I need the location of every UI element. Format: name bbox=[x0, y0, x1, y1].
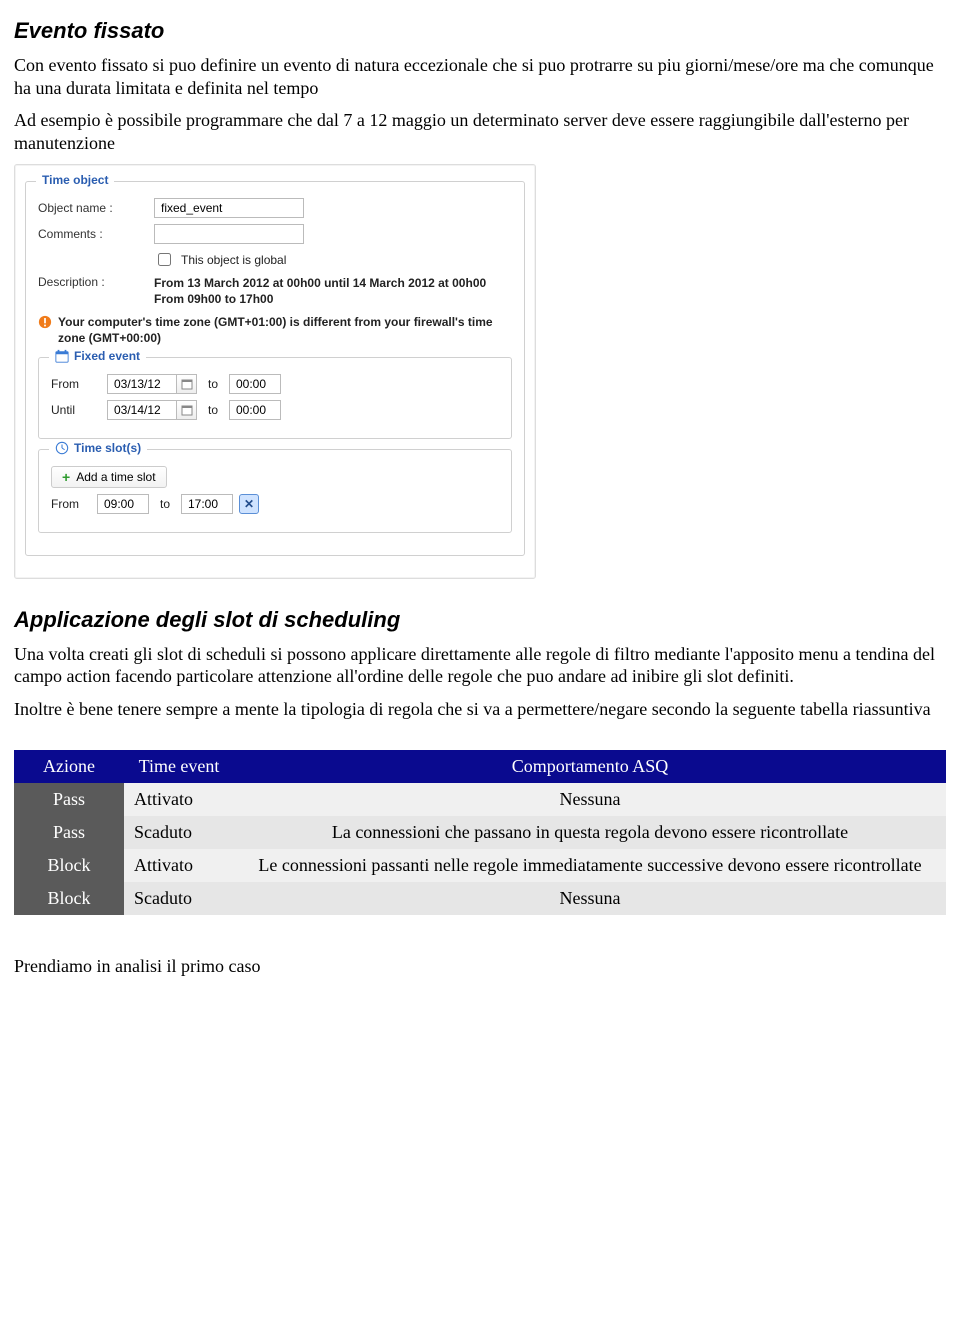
table-cell: Attivato bbox=[124, 849, 234, 882]
time-slots-fieldset: Time slot(s) + Add a time slot From to ✕ bbox=[38, 449, 512, 533]
legend-text: Time object bbox=[42, 173, 108, 187]
summary-table: Azione Time event Comportamento ASQ Pass… bbox=[14, 750, 946, 915]
to-label: to bbox=[203, 377, 223, 391]
table-cell: Scaduto bbox=[124, 882, 234, 915]
time-object-fieldset: Time object Object name : Comments : Thi… bbox=[25, 181, 525, 556]
table-cell: Pass bbox=[14, 816, 124, 849]
section-title-applicazione: Applicazione degli slot di scheduling bbox=[14, 607, 946, 633]
paragraph: Prendiamo in analisi il primo caso bbox=[14, 955, 946, 978]
comments-label: Comments : bbox=[38, 227, 148, 241]
fieldset-legend: Time slot(s) bbox=[49, 441, 147, 455]
table-header: Time event bbox=[124, 750, 234, 783]
table-cell: Scaduto bbox=[124, 816, 234, 849]
object-name-label: Object name : bbox=[38, 201, 148, 215]
description-line: From 09h00 to 17h00 bbox=[154, 291, 486, 307]
table-row: Pass Attivato Nessuna bbox=[14, 783, 946, 816]
table-cell: Block bbox=[14, 849, 124, 882]
close-icon: ✕ bbox=[244, 497, 254, 511]
table-row: Block Attivato Le connessioni passanti n… bbox=[14, 849, 946, 882]
from-date-input[interactable] bbox=[107, 374, 177, 394]
clock-icon bbox=[55, 441, 69, 455]
time-object-panel: Time object Object name : Comments : Thi… bbox=[14, 164, 536, 579]
table-cell: Nessuna bbox=[234, 882, 946, 915]
add-time-slot-label: Add a time slot bbox=[76, 470, 155, 484]
slot-from-label: From bbox=[51, 497, 91, 511]
warning-icon bbox=[38, 315, 52, 329]
global-checkbox[interactable] bbox=[158, 253, 171, 266]
table-cell: Nessuna bbox=[234, 783, 946, 816]
plus-icon: + bbox=[62, 470, 70, 484]
table-cell: La connessioni che passano in questa reg… bbox=[234, 816, 946, 849]
until-time-input[interactable] bbox=[229, 400, 281, 420]
table-row: Block Scaduto Nessuna bbox=[14, 882, 946, 915]
add-time-slot-button[interactable]: + Add a time slot bbox=[51, 466, 167, 488]
to-label: to bbox=[203, 403, 223, 417]
legend-text: Fixed event bbox=[74, 349, 140, 363]
calendar-picker-icon bbox=[181, 378, 193, 390]
from-label: From bbox=[51, 377, 101, 391]
table-cell: Attivato bbox=[124, 783, 234, 816]
global-checkbox-label: This object is global bbox=[181, 253, 286, 267]
date-picker-button[interactable] bbox=[177, 400, 197, 420]
comments-input[interactable] bbox=[154, 224, 304, 244]
timezone-warning: Your computer's time zone (GMT+01:00) is… bbox=[38, 315, 512, 346]
fixed-event-fieldset: Fixed event From to Until bbox=[38, 357, 512, 439]
warning-text: Your computer's time zone (GMT+01:00) is… bbox=[58, 315, 512, 346]
date-picker-button[interactable] bbox=[177, 374, 197, 394]
calendar-picker-icon bbox=[181, 404, 193, 416]
paragraph: Una volta creati gli slot di scheduli si… bbox=[14, 643, 946, 688]
table-cell: Le connessioni passanti nelle regole imm… bbox=[234, 849, 946, 882]
paragraph: Con evento fissato si puo definire un ev… bbox=[14, 54, 946, 99]
slot-from-input[interactable] bbox=[97, 494, 149, 514]
slot-to-label: to bbox=[155, 497, 175, 511]
description-text: From 13 March 2012 at 00h00 until 14 Mar… bbox=[154, 275, 486, 307]
paragraph: Ad esempio è possibile programmare che d… bbox=[14, 109, 946, 154]
from-time-input[interactable] bbox=[229, 374, 281, 394]
legend-text: Time slot(s) bbox=[74, 441, 141, 455]
paragraph: Inoltre è bene tenere sempre a mente la … bbox=[14, 698, 946, 721]
until-date-input[interactable] bbox=[107, 400, 177, 420]
delete-slot-button[interactable]: ✕ bbox=[239, 494, 259, 514]
object-name-input[interactable] bbox=[154, 198, 304, 218]
table-header: Azione bbox=[14, 750, 124, 783]
section-title-evento-fissato: Evento fissato bbox=[14, 18, 946, 44]
table-cell: Block bbox=[14, 882, 124, 915]
slot-to-input[interactable] bbox=[181, 494, 233, 514]
description-label: Description : bbox=[38, 275, 148, 289]
fieldset-legend: Time object bbox=[36, 173, 114, 187]
calendar-icon bbox=[55, 349, 69, 363]
table-row: Pass Scaduto La connessioni che passano … bbox=[14, 816, 946, 849]
table-header: Comportamento ASQ bbox=[234, 750, 946, 783]
until-label: Until bbox=[51, 403, 101, 417]
fieldset-legend: Fixed event bbox=[49, 349, 146, 363]
table-cell: Pass bbox=[14, 783, 124, 816]
description-line: From 13 March 2012 at 00h00 until 14 Mar… bbox=[154, 275, 486, 291]
